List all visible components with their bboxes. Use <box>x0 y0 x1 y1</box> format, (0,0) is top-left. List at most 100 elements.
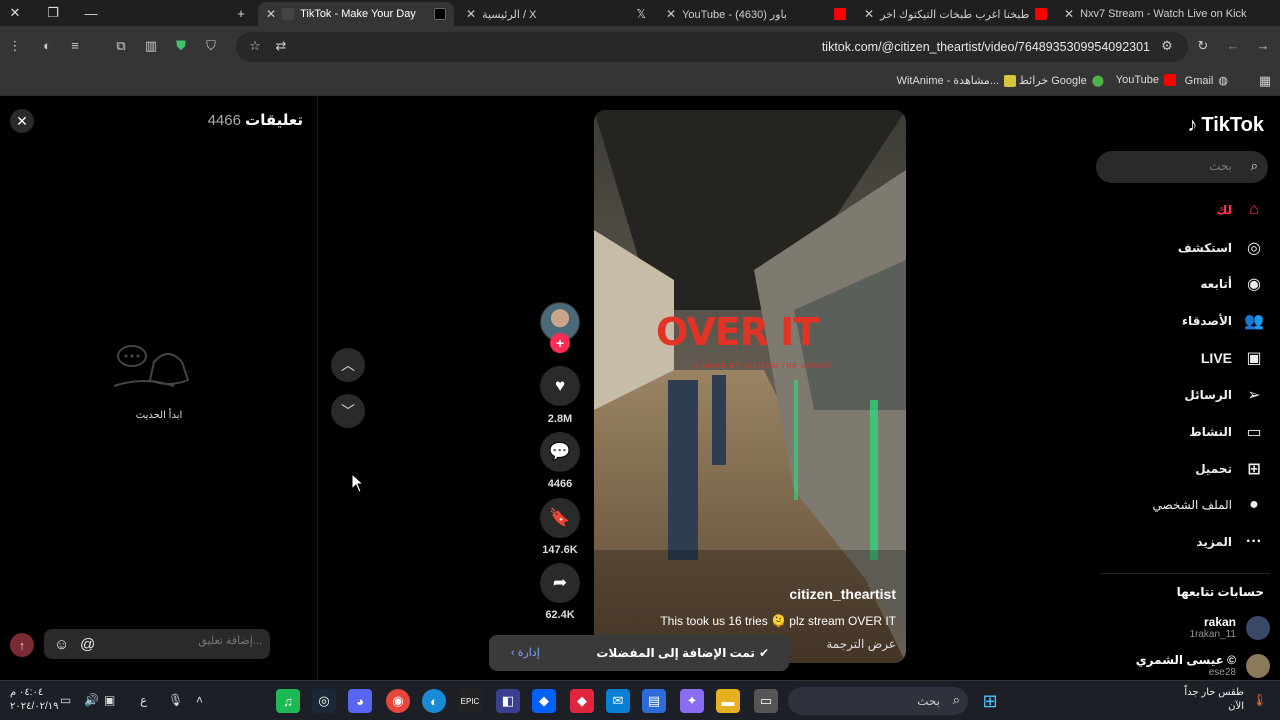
mention-button[interactable]: @ <box>80 636 95 653</box>
video-author[interactable]: citizen_theartist <box>789 586 896 602</box>
favorite-button[interactable]: 🔖 <box>540 498 580 538</box>
video-player[interactable]: OVER IT A SONG BY CITIZEN THE ARTIST cit… <box>594 110 906 663</box>
following-account[interactable]: rakan 1rakan_11 <box>1189 615 1270 640</box>
file-explorer-icon[interactable]: ▬ <box>716 689 740 713</box>
extension-icon[interactable]: ◐ <box>38 38 56 53</box>
bookmark-star-icon[interactable]: ☆ <box>246 38 264 54</box>
tab-close-icon[interactable]: ✕ <box>666 7 676 21</box>
dropbox-icon[interactable]: ◆ <box>532 689 556 713</box>
tab-close-icon[interactable]: ✕ <box>864 7 874 21</box>
following-account[interactable]: عيسى الشمري © ese28 <box>1136 653 1270 678</box>
tab-close-icon[interactable]: ✕ <box>266 7 276 21</box>
nav-profile[interactable]: الملف الشخصي ● <box>1152 496 1266 514</box>
app-icon[interactable]: ♫ <box>276 689 300 713</box>
search-box[interactable]: ⌕ <box>1096 151 1268 183</box>
nav-friends[interactable]: الأصدقاء 👥 <box>1182 311 1266 331</box>
search-input[interactable] <box>1112 159 1232 173</box>
bookmark-youtube[interactable]: YouTube <box>1116 74 1176 86</box>
video-overlay-title: OVER IT <box>656 310 819 354</box>
sidebar-divider <box>1100 573 1270 574</box>
tiktok-logo[interactable]: ♪ TikTok <box>1187 114 1264 137</box>
back-icon[interactable]: → <box>1254 38 1272 53</box>
menu-dots-icon[interactable]: ⋮ <box>6 38 24 54</box>
chevron-up-icon[interactable]: ˄ <box>196 693 203 707</box>
comment-input[interactable] <box>102 635 262 647</box>
live-icon: ▣ <box>1246 350 1262 367</box>
nav-explore[interactable]: استكشف ◎ <box>1178 238 1266 258</box>
globe-icon: ◍ <box>1218 75 1228 87</box>
like-button[interactable]: ♥ <box>540 366 580 406</box>
follow-button[interactable]: + <box>550 333 570 353</box>
address-bar[interactable]: ☆ ⇄ tiktok.com/@citizen_theartist/video/… <box>236 32 1188 62</box>
reload-icon[interactable]: ↻ <box>1194 38 1212 54</box>
minimize-window-icon[interactable]: — <box>76 0 106 26</box>
input-language[interactable]: ع <box>140 693 147 707</box>
mail-icon[interactable]: ✉ <box>606 689 630 713</box>
steam-icon[interactable]: ◎ <box>312 689 336 713</box>
teams-icon[interactable]: ◧ <box>496 689 520 713</box>
microphone-icon[interactable]: 🎙 <box>168 693 183 707</box>
volume-icon[interactable]: 🔊 <box>84 693 99 707</box>
store-icon[interactable]: ▤ <box>642 689 666 713</box>
share-button[interactable]: ➦ <box>540 563 580 603</box>
tab-close-icon[interactable]: ✕ <box>1064 7 1074 21</box>
comment-input-box[interactable]: ☺ @ <box>44 629 270 659</box>
copilot-icon[interactable]: ✦ <box>680 689 704 713</box>
media-control-icon[interactable]: ≡ <box>66 38 84 53</box>
nav-messages[interactable]: الرسائل ➢ <box>1184 385 1266 405</box>
nav-upload[interactable]: تحميل ⊞ <box>1195 459 1266 479</box>
nav-activity[interactable]: النشاط ▭ <box>1189 422 1266 442</box>
battery-icon[interactable]: ▭ <box>60 693 71 707</box>
bookmark-maps[interactable]: خرائط Google ⬤ <box>1019 74 1104 87</box>
extensions-puzzle-icon[interactable]: ⧉ <box>112 38 130 54</box>
tab-kick[interactable]: ✕ Nxv7 Stream - Watch Live on Kick <box>1056 2 1250 26</box>
tab-x[interactable]: ✕ الرئيسية / X 𝕏 <box>458 2 654 26</box>
app-red-icon[interactable]: ◆ <box>570 689 594 713</box>
extension-icon[interactable]: ▥ <box>142 38 160 54</box>
windows-start-icon[interactable]: ⊞ <box>978 689 1002 713</box>
close-window-icon[interactable]: ✕ <box>0 0 30 26</box>
site-settings-icon[interactable]: ⚙ <box>1158 38 1176 54</box>
emoji-icon[interactable]: ☺ <box>54 636 69 653</box>
translate-icon[interactable]: ⇄ <box>272 38 290 54</box>
toast-text: تمت الإضافة إلى المفضلات <box>596 646 755 660</box>
epic-games-icon[interactable]: EPIC <box>458 689 482 713</box>
search-icon[interactable]: ⌕ <box>1251 158 1258 174</box>
network-icon[interactable]: ▣ <box>104 693 115 707</box>
app-window-icon[interactable]: ▭ <box>754 689 778 713</box>
tab-close-icon[interactable]: ✕ <box>466 7 476 21</box>
weather-widget[interactable]: طقس حار جداً الآن <box>1184 686 1244 714</box>
manage-favorites-link[interactable]: ‹ إدارة <box>511 646 540 659</box>
tab-tiktok[interactable]: ✕ TikTok - Make Your Day <box>258 2 454 26</box>
nav-for-you[interactable]: لك ⌂ <box>1216 201 1266 219</box>
apps-grid-icon[interactable]: ▦ <box>1256 73 1274 89</box>
close-comments-button[interactable]: ✕ <box>10 109 34 133</box>
forward-icon[interactable]: ← <box>1224 38 1242 53</box>
adblock-icon[interactable]: ⛉ <box>202 38 220 54</box>
edge-icon[interactable]: ◐ <box>422 689 446 713</box>
taskbar-search[interactable]: بحث ⌕ <box>788 687 968 715</box>
account-handle: 1rakan_11 <box>1189 629 1236 640</box>
comment-button[interactable]: 💬 <box>540 432 580 472</box>
clock-time: ٠٤:٠٤ م <box>10 687 44 698</box>
restore-window-icon[interactable]: ❐ <box>38 0 68 26</box>
bookmark-witanime[interactable]: WitAnime - مشاهدة... <box>897 74 1016 87</box>
send-comment-button[interactable]: ↑ <box>10 633 34 657</box>
nav-more[interactable]: المزيد ··· <box>1196 533 1266 551</box>
previous-video-button[interactable]: ︿ <box>331 348 365 382</box>
bookmark-label: خرائط Google <box>1018 75 1087 87</box>
chrome-icon[interactable]: ◉ <box>386 689 410 713</box>
logo-text: TikTok <box>1201 114 1264 136</box>
nav-following[interactable]: أتابعه ◉ <box>1200 274 1266 294</box>
tab-youtube[interactable]: ✕ YouTube - (4630) باور <box>658 2 854 26</box>
nav-live[interactable]: LIVE ▣ <box>1201 348 1266 368</box>
discord-icon[interactable]: ◕ <box>348 689 372 713</box>
new-tab-icon[interactable]: + <box>226 0 256 26</box>
url-text[interactable]: tiktok.com/@citizen_theartist/video/7648… <box>822 40 1150 54</box>
see-translation-link[interactable]: عرض الترجمة <box>826 637 896 651</box>
tab-youtube-2[interactable]: ✕ طبخنا اغرب طبخات التيكتوك اخر <box>856 2 1052 26</box>
shield-icon[interactable]: ⛊ <box>172 38 190 54</box>
next-video-button[interactable]: ﹀ <box>331 394 365 428</box>
system-clock[interactable]: ٠٤:٠٤ م ٢٠٢٤/٠٢/١٩ <box>10 686 59 714</box>
bookmark-gmail[interactable]: Gmail ◍ <box>1185 74 1228 88</box>
